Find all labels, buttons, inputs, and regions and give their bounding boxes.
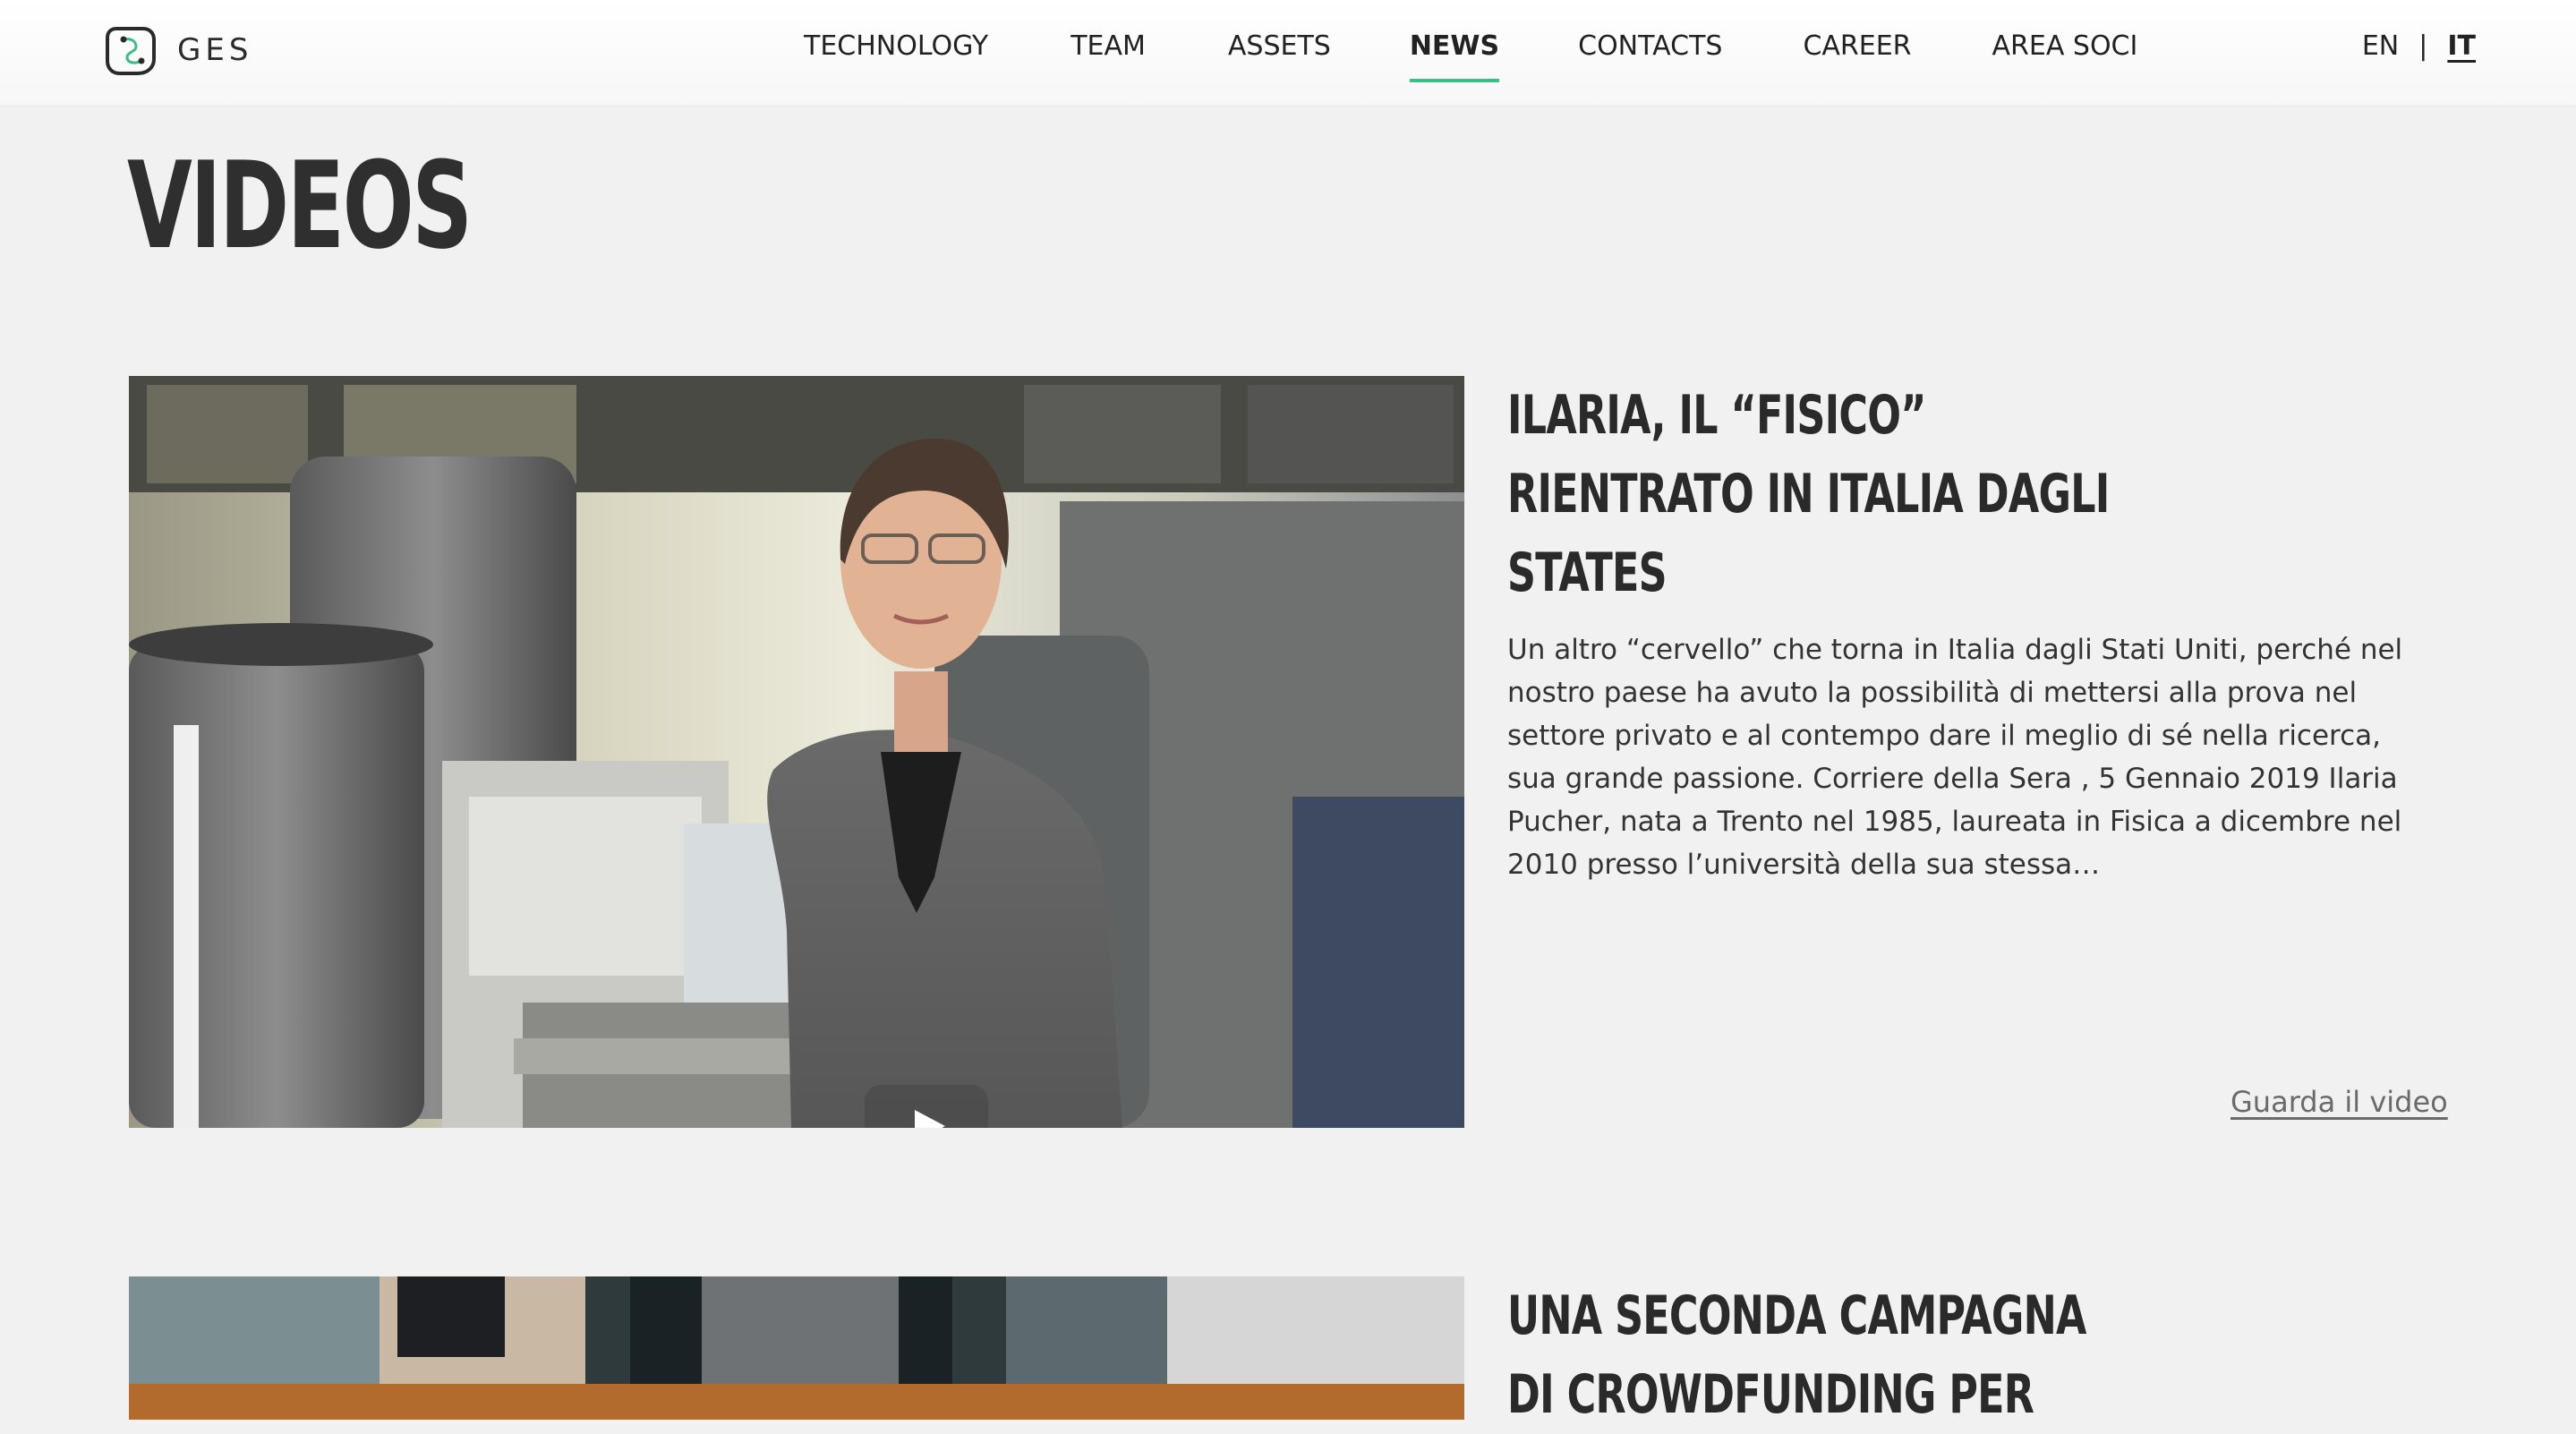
nav-item-area-soci[interactable]: AREA SOCI [1992,30,2138,75]
video-title-line: DI CROWDFUNDING PER [1507,1363,2034,1426]
video-title-line: UNA SECONDA CAMPAGNA [1507,1285,2086,1347]
lang-separator: | [2418,30,2428,62]
nav-item-career[interactable]: CAREER [1803,30,1911,75]
video-thumbnail[interactable] [129,1276,1464,1420]
ges-logo-icon [106,27,156,75]
video-title[interactable]: UNA SECONDA CAMPAGNA DI CROWDFUNDING PER [1507,1276,2170,1434]
lang-it-link[interactable]: IT [2447,30,2476,62]
brand-name: GES [177,32,253,68]
language-switcher: EN | IT [2362,30,2476,62]
nav-item-contacts[interactable]: CONTACTS [1578,30,1722,75]
nav-item-team[interactable]: TEAM [1070,30,1146,75]
page-title: VIDEOS [127,136,473,276]
site-logo[interactable]: GES [104,23,252,77]
video-excerpt: Un altro “cervello” che torna in Italia … [1507,634,2403,881]
video-title-line: ILARIA, IL “FISICO” [1507,384,1926,447]
video-thumbnail-image [129,1276,1464,1420]
nav-item-assets[interactable]: ASSETS [1228,30,1331,75]
video-thumbnail[interactable] [129,376,1464,1128]
video-thumbnail-image [129,376,1464,1128]
video-title-line: STATES [1507,542,1668,604]
video-title[interactable]: ILARIA, IL “FISICO” RIENTRATO IN ITALIA … [1507,376,2170,612]
nav-item-technology[interactable]: TECHNOLOGY [804,30,988,75]
site-header: GES TECHNOLOGY TEAM ASSETS NEWS CONTACTS… [0,0,2576,107]
lang-en-link[interactable]: EN [2362,30,2399,62]
video-title-line: RIENTRATO IN ITALIA DAGLI [1507,463,2110,525]
watch-video-link[interactable]: Guarda il video [2231,1085,2448,1119]
nav-item-news[interactable]: NEWS [1409,30,1500,82]
main-nav: TECHNOLOGY TEAM ASSETS NEWS CONTACTS CAR… [804,30,2138,82]
play-icon[interactable] [865,1085,988,1128]
